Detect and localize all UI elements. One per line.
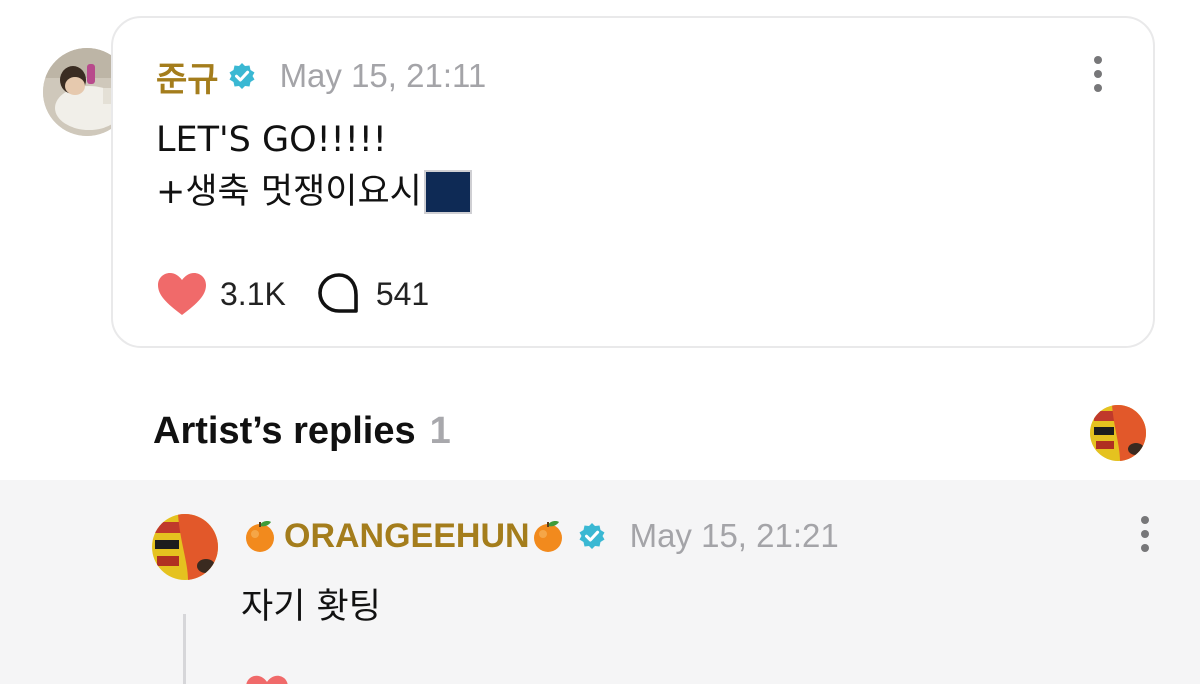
thread-line (183, 614, 186, 684)
more-options-icon[interactable] (1093, 56, 1103, 92)
post-author-row: 준규 May 15, 21:11 (156, 56, 487, 100)
reply-author-name[interactable]: ORANGEEHUN (284, 517, 530, 556)
page: 준규 May 15, 21:11 LET'S GO!!!!! +생축 멋쟁이요시 (0, 0, 1200, 684)
post-text-line-2: +생축 멋쟁이요시 (156, 172, 422, 212)
reply-like-heart-icon[interactable] (244, 674, 290, 684)
reply-timestamp: May 15, 21:21 (629, 517, 839, 554)
post-card: 준규 May 15, 21:11 LET'S GO!!!!! +생축 멋쟁이요시 (111, 16, 1155, 348)
comment-count: 541 (375, 275, 430, 312)
artist-replies-count: 1 (429, 410, 451, 452)
artist-replies-header: Artist’s replies 1 (153, 410, 451, 453)
artist-replies-title: Artist’s replies (153, 410, 416, 452)
reply-author-avatar[interactable] (152, 514, 218, 580)
post-text-line-2-wrapper: +생축 멋쟁이요시 (156, 166, 472, 218)
reply-section: ORANGEEHUN May 15, 21:21 자기 홧팅 (0, 480, 1200, 684)
orange-emoji-icon (533, 521, 562, 552)
reply-body: 자기 홧팅 (241, 587, 381, 627)
reply-avatar-photo (152, 514, 218, 580)
comment-bubble-icon[interactable] (316, 271, 362, 317)
artist-avatar-small[interactable] (1090, 405, 1146, 461)
star-sticker-icon (423, 170, 472, 214)
verified-badge-icon (579, 523, 605, 549)
like-heart-icon[interactable] (156, 271, 208, 317)
like-count: 3.1K (220, 275, 286, 312)
post-timestamp: May 15, 21:11 (279, 57, 487, 94)
reply-more-options-icon[interactable] (1140, 516, 1150, 552)
artist-avatar-photo (1090, 405, 1146, 461)
post-body: LET'S GO!!!!! +생축 멋쟁이요시 (156, 114, 472, 218)
orange-emoji-icon (246, 521, 274, 552)
verified-badge-icon (229, 63, 255, 89)
post-reactions: 3.1K 541 (156, 270, 429, 318)
post-text-line-1: LET'S GO!!!!! (156, 120, 387, 160)
reply-author-row: ORANGEEHUN May 15, 21:21 (244, 516, 839, 556)
post-author-name[interactable]: 준규 (156, 52, 219, 101)
